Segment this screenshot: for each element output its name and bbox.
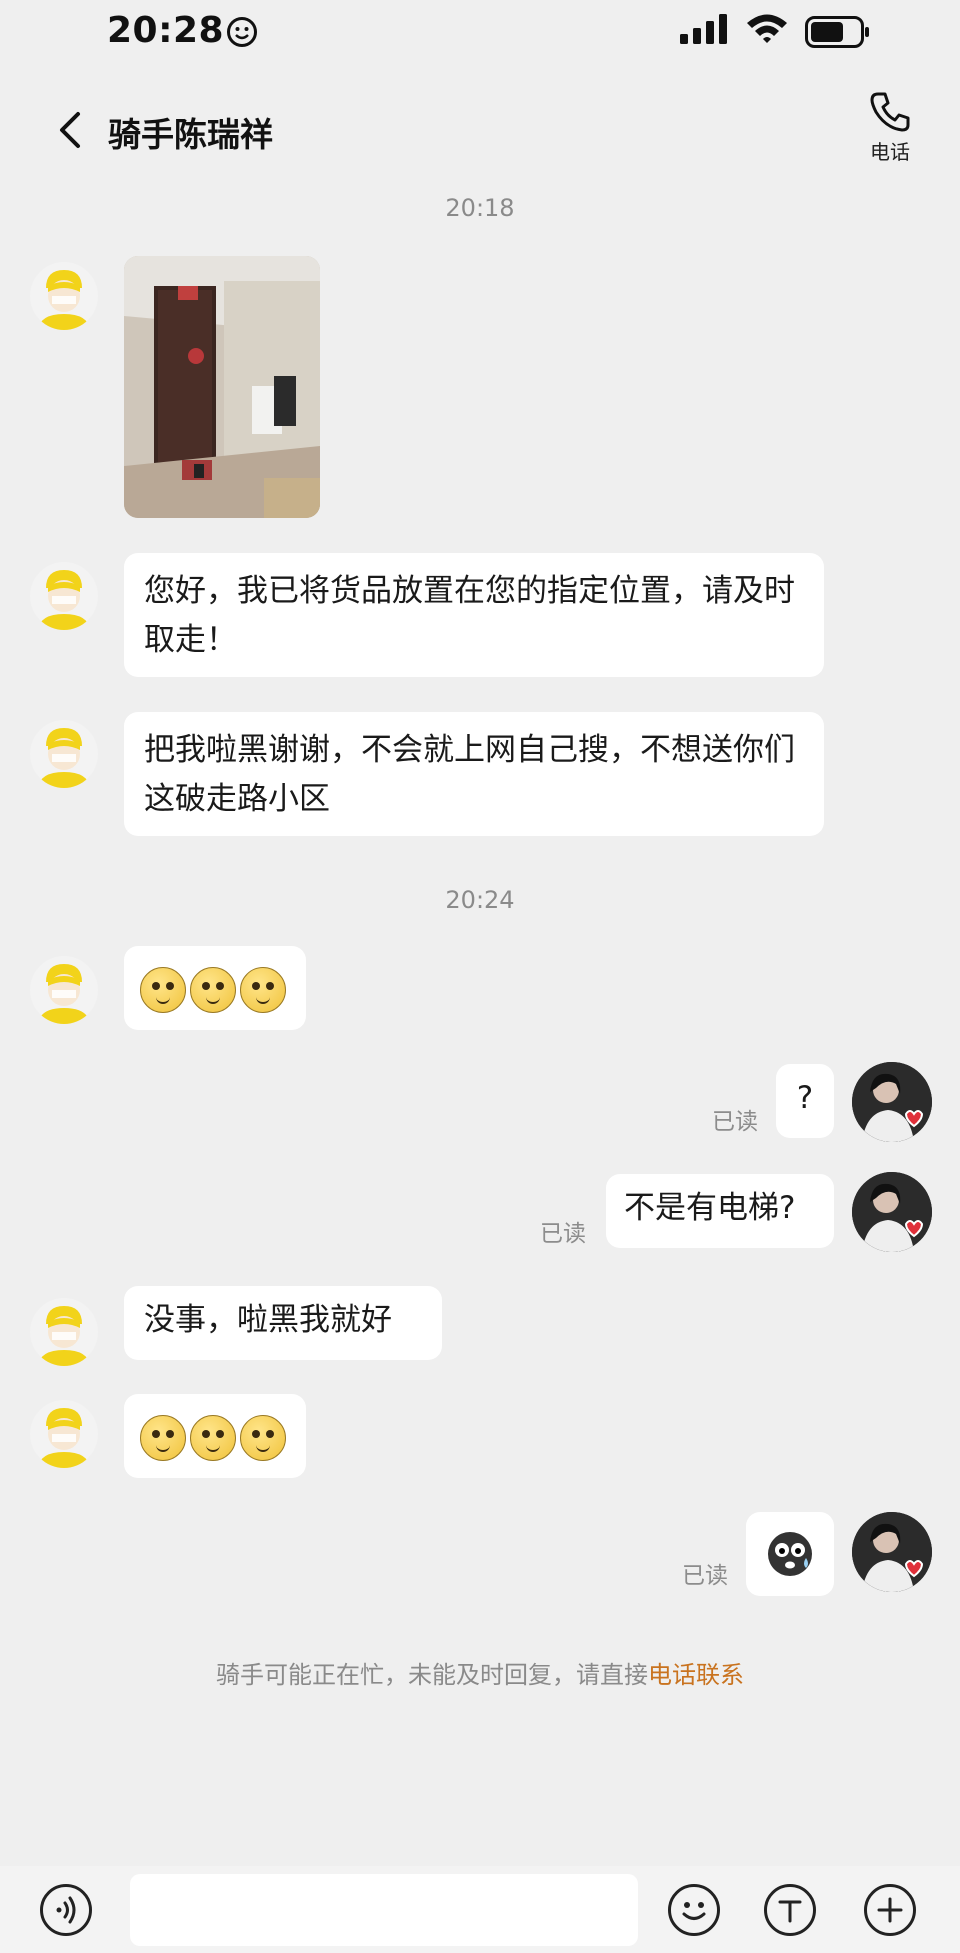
wifi-icon bbox=[747, 14, 787, 43]
smile-emoji-icon bbox=[140, 1414, 186, 1461]
rider-avatar-icon bbox=[38, 1306, 90, 1366]
phone-icon bbox=[870, 92, 910, 132]
photo-message[interactable] bbox=[124, 256, 320, 518]
rider-avatar[interactable] bbox=[30, 1400, 98, 1468]
my-avatar[interactable] bbox=[852, 1512, 932, 1592]
emoji-icon bbox=[682, 1902, 706, 1920]
smile-emoji-icon bbox=[240, 966, 286, 1013]
call-button[interactable]: 电话 bbox=[862, 90, 918, 165]
rider-message[interactable]: 您好，我已将货品放置在您的指定位置，请及时取走！ bbox=[124, 553, 824, 677]
quick-reply-icon bbox=[778, 1900, 802, 1923]
rider-avatar[interactable] bbox=[30, 720, 98, 788]
rider-emoji-message[interactable] bbox=[124, 1394, 306, 1478]
signal-icon bbox=[680, 14, 727, 44]
plus-icon bbox=[877, 1897, 903, 1923]
chat-title: 骑手陈瑞祥 bbox=[108, 115, 273, 154]
rider-avatar[interactable] bbox=[30, 562, 98, 630]
back-arrow-icon[interactable] bbox=[56, 110, 84, 150]
emoji-button[interactable] bbox=[668, 1884, 720, 1936]
quick-reply-button[interactable] bbox=[764, 1884, 816, 1936]
voice-button[interactable] bbox=[40, 1884, 92, 1936]
read-receipt: 已读 bbox=[712, 1109, 758, 1135]
my-message[interactable]: 不是有电梯? bbox=[606, 1174, 834, 1248]
my-avatar-photo bbox=[852, 1062, 932, 1142]
my-emoji-message[interactable] bbox=[746, 1512, 834, 1596]
rider-avatar-icon bbox=[38, 1408, 90, 1468]
smile-emoji-icon bbox=[190, 1414, 236, 1461]
status-bar: 20:28 bbox=[0, 0, 960, 70]
input-bar bbox=[0, 1866, 960, 1953]
my-avatar[interactable] bbox=[852, 1062, 932, 1142]
message-input[interactable] bbox=[130, 1874, 638, 1946]
battery-icon bbox=[805, 16, 869, 48]
rider-avatar-icon bbox=[38, 964, 90, 1024]
my-message[interactable]: ? bbox=[776, 1064, 834, 1138]
shocked-emoji-icon bbox=[768, 1532, 812, 1576]
status-time: 20:28 bbox=[107, 10, 225, 51]
system-notice: 骑手可能正在忙，未能及时回复，请直接电话联系 bbox=[0, 1655, 960, 1690]
my-avatar-photo bbox=[852, 1512, 932, 1592]
my-avatar[interactable] bbox=[852, 1172, 932, 1252]
rider-avatar-icon bbox=[38, 728, 90, 788]
rider-emoji-message[interactable] bbox=[124, 946, 306, 1030]
rider-message[interactable]: 把我啦黑谢谢，不会就上网自己搜，不想送你们这破走路小区 bbox=[124, 712, 824, 836]
more-button[interactable] bbox=[864, 1884, 916, 1936]
read-receipt: 已读 bbox=[540, 1221, 586, 1247]
smile-emoji-icon bbox=[140, 966, 186, 1013]
rider-avatar-icon bbox=[38, 570, 90, 630]
hallway-photo bbox=[124, 256, 320, 518]
rider-avatar[interactable] bbox=[30, 956, 98, 1024]
rider-avatar-icon bbox=[38, 270, 90, 330]
chat-header: 骑手陈瑞祥 电话 bbox=[0, 90, 960, 170]
notice-text: 骑手可能正在忙，未能及时回复，请直接 bbox=[216, 1661, 648, 1689]
call-label: 电话 bbox=[870, 140, 910, 164]
smile-emoji-icon bbox=[240, 1414, 286, 1461]
timestamp: 20:24 bbox=[445, 886, 515, 914]
rider-message[interactable]: 没事，啦黑我就好 bbox=[124, 1286, 442, 1360]
smiley-status-icon bbox=[227, 17, 257, 47]
timestamp: 20:18 bbox=[445, 194, 515, 222]
rider-avatar[interactable] bbox=[30, 262, 98, 330]
voice-icon bbox=[56, 1896, 76, 1924]
read-receipt: 已读 bbox=[682, 1563, 728, 1589]
phone-contact-link[interactable]: 电话联系 bbox=[648, 1661, 744, 1689]
smile-emoji-icon bbox=[190, 966, 236, 1013]
rider-avatar[interactable] bbox=[30, 1298, 98, 1366]
my-avatar-photo bbox=[852, 1172, 932, 1252]
